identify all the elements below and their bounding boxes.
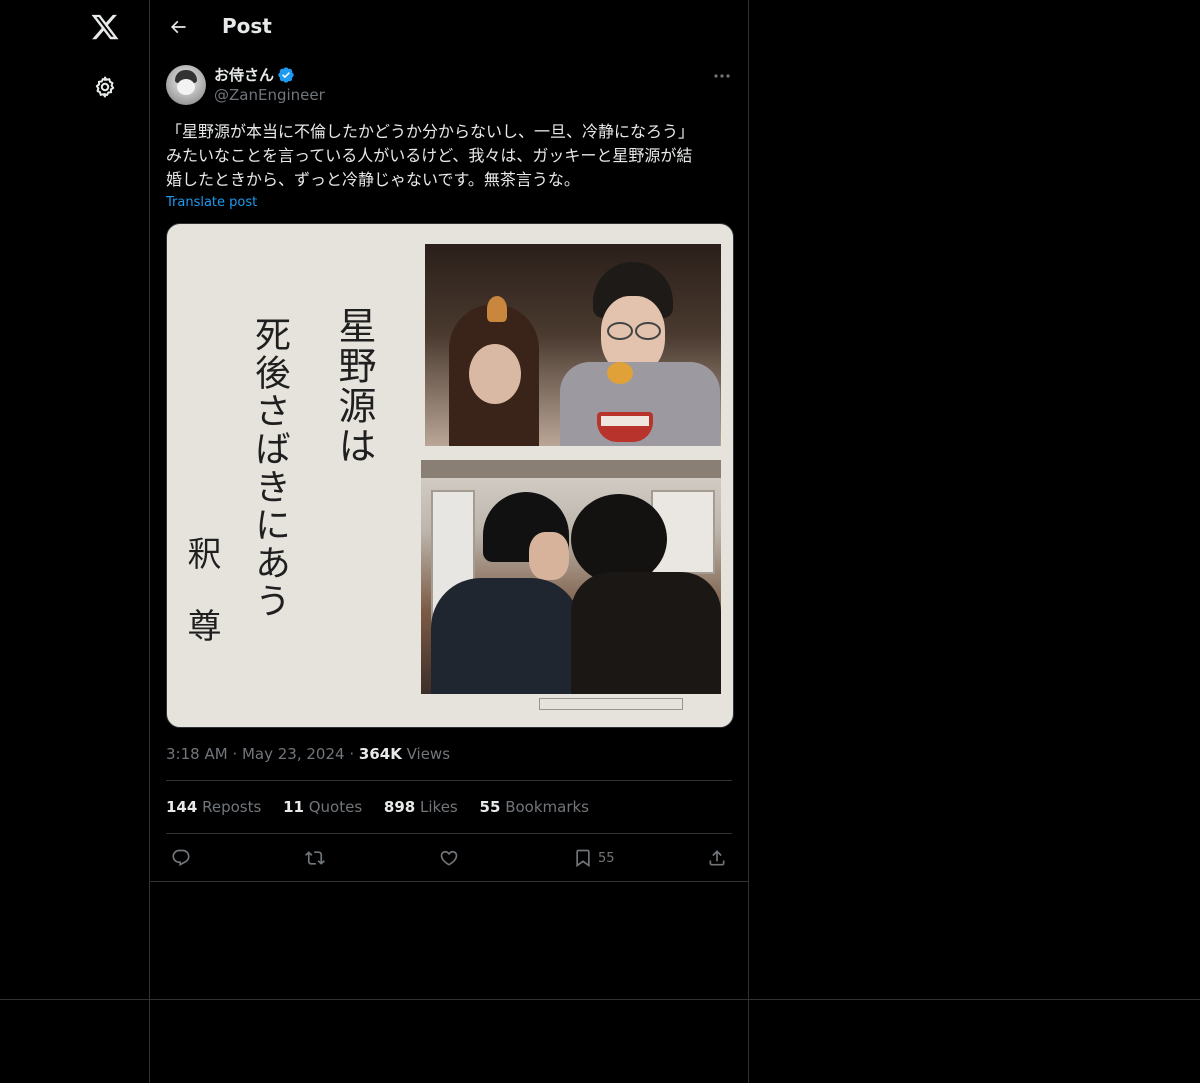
arrow-left-icon[interactable]	[168, 17, 188, 37]
image-text-attribution: 釈 尊	[181, 536, 221, 644]
translate-post-link[interactable]: Translate post	[166, 195, 257, 210]
gear-icon[interactable]	[93, 75, 117, 99]
bookmark-count: 55	[598, 851, 615, 866]
meta-divider	[166, 780, 732, 781]
reposts-stat[interactable]: 144 Reposts	[166, 798, 261, 816]
avatar[interactable]	[166, 65, 206, 105]
image-text-subtitle: 死後さばきにあう	[249, 316, 290, 620]
likes-stat[interactable]: 898 Likes	[384, 798, 458, 816]
verified-badge-icon[interactable]	[277, 66, 295, 84]
post-header: Post	[150, 0, 748, 53]
more-icon[interactable]	[712, 66, 732, 86]
post-date[interactable]: May 23, 2024	[242, 745, 345, 763]
heart-icon[interactable]	[439, 848, 459, 868]
page-divider	[0, 999, 1200, 1000]
bookmarks-stat[interactable]: 55 Bookmarks	[480, 798, 589, 816]
share-icon[interactable]	[707, 848, 727, 868]
post-image[interactable]: 星野源は 死後さばきにあう 釈 尊	[166, 223, 734, 728]
image-text-title: 星野源は	[332, 306, 376, 466]
stats-divider	[166, 833, 732, 834]
post-time[interactable]: 3:18 AM	[166, 745, 228, 763]
repost-icon[interactable]	[305, 848, 325, 868]
main-column-border	[748, 0, 749, 1083]
author-name[interactable]: お侍さん	[214, 64, 274, 85]
post-stats: 144 Reposts 11 Quotes 898 Likes 55 Bookm…	[166, 798, 606, 816]
bookmark-icon[interactable]	[573, 848, 593, 868]
page-title: Post	[222, 14, 272, 38]
image-photo-bottom	[421, 460, 721, 694]
post-bottom-divider	[150, 881, 748, 882]
author-handle[interactable]: @ZanEngineer	[214, 86, 325, 104]
post-text: 「星野源が本当に不倫したかどうか分からないし、一旦、冷静になろう」 みたいなこと…	[166, 122, 695, 189]
post-meta: 3:18 AM · May 23, 2024 · 364K Views	[166, 745, 451, 763]
views-count: 364K	[358, 745, 402, 763]
reply-icon[interactable]	[171, 848, 191, 868]
views-label: Views	[406, 745, 451, 763]
x-logo-icon[interactable]	[90, 12, 120, 42]
image-caption-strip	[539, 698, 683, 710]
quotes-stat[interactable]: 11 Quotes	[283, 798, 362, 816]
left-column-border	[149, 0, 150, 1083]
image-photo-top	[425, 244, 721, 446]
